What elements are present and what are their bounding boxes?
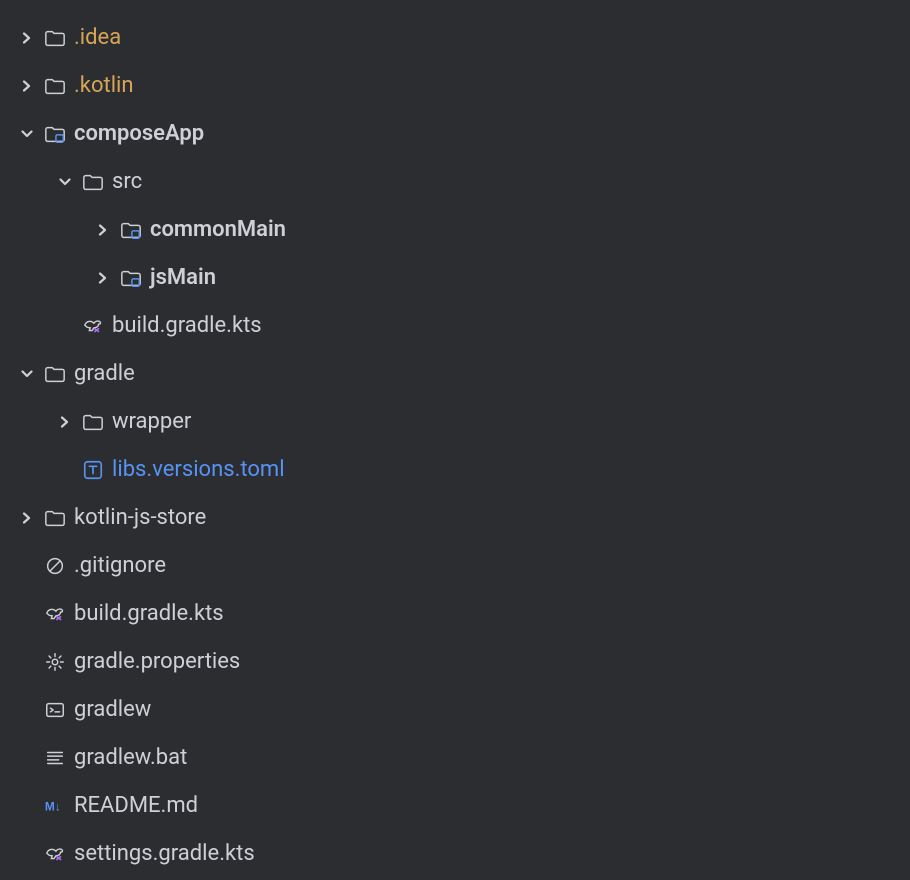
- folder-label: src: [112, 158, 142, 206]
- module-folder-icon: [44, 123, 66, 145]
- module-folder-icon: [120, 219, 142, 241]
- module-label: jsMain: [150, 254, 216, 302]
- module-label: composeApp: [74, 110, 204, 158]
- folder-row-gradle[interactable]: gradle: [16, 350, 910, 398]
- gradle-kts-icon: [44, 843, 66, 865]
- folder-label: kotlin-js-store: [74, 494, 206, 542]
- ignore-icon: [44, 555, 66, 577]
- markdown-icon: M↓: [44, 795, 66, 817]
- folder-label: .idea: [74, 14, 121, 62]
- folder-icon: [82, 411, 104, 433]
- file-label: gradlew: [74, 686, 151, 734]
- file-label: .gitignore: [74, 542, 166, 590]
- chevron-right-icon[interactable]: [54, 416, 76, 428]
- gradle-kts-icon: [44, 603, 66, 625]
- chevron-right-icon[interactable]: [92, 272, 114, 284]
- file-label: gradlew.bat: [74, 734, 187, 782]
- chevron-down-icon[interactable]: [16, 368, 38, 380]
- file-label: README.md: [74, 782, 198, 830]
- file-label: settings.gradle.kts: [74, 830, 255, 878]
- folder-row-src[interactable]: src: [16, 158, 910, 206]
- svg-text:M↓: M↓: [45, 800, 61, 814]
- folder-icon: [44, 507, 66, 529]
- text-file-icon: [44, 747, 66, 769]
- file-label: build.gradle.kts: [112, 302, 262, 350]
- folder-row-wrapper[interactable]: wrapper: [16, 398, 910, 446]
- file-row-gradlew-bat[interactable]: gradlew.bat: [16, 734, 910, 782]
- chevron-right-icon[interactable]: [16, 512, 38, 524]
- module-label: commonMain: [150, 206, 286, 254]
- file-row-libs-versions-toml[interactable]: libs.versions.toml: [16, 446, 910, 494]
- toml-icon: [82, 459, 104, 481]
- chevron-right-icon[interactable]: [16, 80, 38, 92]
- module-folder-icon: [120, 267, 142, 289]
- project-tree: .idea .kotlin composeApp src: [0, 0, 910, 878]
- file-row-root-build-gradle-kts[interactable]: build.gradle.kts: [16, 590, 910, 638]
- folder-icon: [44, 363, 66, 385]
- file-row-gradlew[interactable]: gradlew: [16, 686, 910, 734]
- module-row-commonMain[interactable]: commonMain: [16, 206, 910, 254]
- folder-row-idea[interactable]: .idea: [16, 14, 910, 62]
- gradle-kts-icon: [82, 315, 104, 337]
- folder-label: gradle: [74, 350, 135, 398]
- file-label: libs.versions.toml: [112, 446, 285, 494]
- file-row-build-gradle-kts[interactable]: build.gradle.kts: [16, 302, 910, 350]
- module-row-jsMain[interactable]: jsMain: [16, 254, 910, 302]
- chevron-right-icon[interactable]: [16, 32, 38, 44]
- file-label: gradle.properties: [74, 638, 240, 686]
- folder-label: wrapper: [112, 398, 191, 446]
- file-label: build.gradle.kts: [74, 590, 224, 638]
- chevron-down-icon[interactable]: [16, 128, 38, 140]
- terminal-icon: [44, 699, 66, 721]
- chevron-right-icon[interactable]: [92, 224, 114, 236]
- chevron-down-icon[interactable]: [54, 176, 76, 188]
- module-row-composeApp[interactable]: composeApp: [16, 110, 910, 158]
- folder-icon: [44, 27, 66, 49]
- gear-icon: [44, 651, 66, 673]
- folder-row-kotlin[interactable]: .kotlin: [16, 62, 910, 110]
- file-row-gradle-properties[interactable]: gradle.properties: [16, 638, 910, 686]
- folder-label: .kotlin: [74, 62, 134, 110]
- folder-icon: [44, 75, 66, 97]
- file-row-readme[interactable]: M↓ README.md: [16, 782, 910, 830]
- file-row-gitignore[interactable]: .gitignore: [16, 542, 910, 590]
- file-row-settings-gradle-kts[interactable]: settings.gradle.kts: [16, 830, 910, 878]
- folder-row-kotlin-js-store[interactable]: kotlin-js-store: [16, 494, 910, 542]
- folder-icon: [82, 171, 104, 193]
